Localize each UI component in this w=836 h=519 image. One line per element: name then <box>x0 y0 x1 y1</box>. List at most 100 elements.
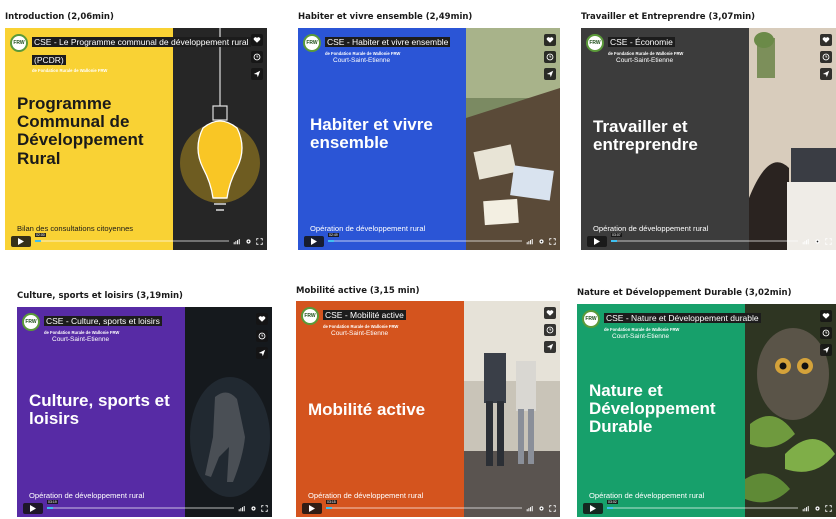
player-controls: 03:07 <box>587 233 832 247</box>
play-icon[interactable] <box>583 503 603 514</box>
time-tooltip: 02:00 <box>35 233 46 237</box>
play-icon[interactable] <box>304 236 324 247</box>
player-controls: 03:02 <box>583 500 832 514</box>
share-icon[interactable] <box>544 341 556 353</box>
progress-bar[interactable] <box>328 240 522 242</box>
gear-icon[interactable] <box>250 505 257 512</box>
video-card-habiter: Habiter et vivre ensemble (2,49min) FRW … <box>298 12 560 252</box>
frw-logo-icon: FRW <box>586 34 604 52</box>
clock-icon[interactable] <box>256 330 268 342</box>
play-icon[interactable] <box>302 503 322 514</box>
gear-icon[interactable] <box>814 238 821 245</box>
progress-fill <box>47 507 53 509</box>
fullscreen-icon[interactable] <box>825 238 832 245</box>
right-controls <box>233 237 263 246</box>
player-header: CSE - Nature et Développement durable de… <box>604 308 826 340</box>
gear-icon[interactable] <box>538 238 545 245</box>
time-tooltip: 03:19 <box>47 500 58 504</box>
right-controls <box>802 237 832 246</box>
progress-bar[interactable] <box>35 240 229 242</box>
video-card-introduction: Introduction (2,06min) FRW CSE - Le Prog… <box>5 12 267 252</box>
org-line: de Fondation Rurale de Wallonie FRW <box>608 50 684 56</box>
side-controls <box>256 313 268 364</box>
title-panel-heading: Mobilité active <box>308 400 426 419</box>
clock-icon[interactable] <box>544 51 556 63</box>
clock-icon[interactable] <box>820 327 832 339</box>
time-tooltip: 02:49 <box>328 233 339 237</box>
video-card-title: Nature et Développement Durable (3,02min… <box>577 288 792 298</box>
player-controls: 02:00 <box>11 233 263 247</box>
share-icon[interactable] <box>251 68 263 80</box>
volume-icon[interactable] <box>526 505 533 512</box>
progress-bar[interactable] <box>607 507 798 509</box>
volume-icon[interactable] <box>526 238 533 245</box>
player-title[interactable]: CSE - Nature et Développement durable <box>604 313 761 323</box>
progress-bar[interactable] <box>326 507 522 509</box>
title-panel-heading: Habiter et vivre ensemble <box>310 115 433 153</box>
volume-icon[interactable] <box>802 505 809 512</box>
player-controls: 03:15 <box>302 500 556 514</box>
video-card-title: Travailler et Entreprendre (3,07min) <box>581 12 756 22</box>
title-panel-heading: Programme Communal de Développement Rura… <box>17 94 144 168</box>
heart-icon[interactable] <box>544 307 556 319</box>
fullscreen-icon[interactable] <box>549 505 556 512</box>
heart-icon[interactable] <box>820 34 832 46</box>
gear-icon[interactable] <box>538 505 545 512</box>
clock-icon[interactable] <box>820 51 832 63</box>
location-label: Court-Saint-Etienne <box>333 57 391 65</box>
share-icon[interactable] <box>256 347 268 359</box>
fullscreen-icon[interactable] <box>256 238 263 245</box>
org-line: de Fondation Rurale de Wallonie FRW <box>44 329 120 335</box>
progress-fill <box>326 507 332 509</box>
fullscreen-icon[interactable] <box>825 505 832 512</box>
video-card-title: Habiter et vivre ensemble (2,49min) <box>298 12 473 22</box>
player-header: CSE - Le Programme communal de développe… <box>32 32 254 74</box>
heart-icon[interactable] <box>251 34 263 46</box>
side-controls <box>820 34 832 85</box>
title-panel-caption: Opération de développement rural <box>29 491 145 500</box>
video-card-travailler: Travailler et Entreprendre (3,07min) FRW… <box>581 12 836 252</box>
video-player[interactable]: FRW CSE - Nature et Développement durabl… <box>577 304 836 517</box>
side-controls <box>544 34 556 85</box>
share-icon[interactable] <box>820 344 832 356</box>
player-title[interactable]: CSE - Le Programme communal de développe… <box>32 37 251 65</box>
title-panel-heading: Nature et Développement Durable <box>589 381 716 437</box>
video-player[interactable]: FRW CSE - Le Programme communal de dével… <box>5 28 267 250</box>
heart-icon[interactable] <box>820 310 832 322</box>
play-icon[interactable] <box>11 236 31 247</box>
play-icon[interactable] <box>587 236 607 247</box>
right-controls <box>802 504 832 513</box>
clock-icon[interactable] <box>251 51 263 63</box>
player-title[interactable]: CSE - Culture, sports et loisirs <box>44 316 162 326</box>
frw-logo-icon: FRW <box>10 34 28 52</box>
fullscreen-icon[interactable] <box>549 238 556 245</box>
org-line: de Fondation Rurale de Wallonie FRW <box>323 323 399 329</box>
player-title[interactable]: CSE - Économie <box>608 37 675 47</box>
player-title[interactable]: CSE - Habiter et vivre ensemble <box>325 37 451 47</box>
volume-icon[interactable] <box>233 238 240 245</box>
video-player[interactable]: FRW CSE - Habiter et vivre ensemble de F… <box>298 28 560 250</box>
progress-bar[interactable] <box>611 240 798 242</box>
video-player[interactable]: FRW CSE - Économie de Fondation Rurale d… <box>581 28 836 250</box>
progress-bar[interactable] <box>47 507 234 509</box>
org-line: de Fondation Rurale de Wallonie FRW <box>604 326 680 332</box>
volume-icon[interactable] <box>802 238 809 245</box>
heart-icon[interactable] <box>256 313 268 325</box>
video-card-mobilite: Mobilité active (3,15 min) FRW CSE - Mob… <box>296 286 560 517</box>
volume-icon[interactable] <box>238 505 245 512</box>
video-player[interactable]: FRW CSE - Culture, sports et loisirs de … <box>17 307 272 517</box>
side-controls <box>544 307 556 358</box>
video-card-title: Mobilité active (3,15 min) <box>296 286 420 296</box>
share-icon[interactable] <box>544 68 556 80</box>
title-panel-caption: Bilan des consultations citoyennes <box>17 224 134 233</box>
location-label: Court-Saint-Etienne <box>52 336 110 344</box>
heart-icon[interactable] <box>544 34 556 46</box>
fullscreen-icon[interactable] <box>261 505 268 512</box>
gear-icon[interactable] <box>814 505 821 512</box>
player-title[interactable]: CSE - Mobilité active <box>323 310 406 320</box>
video-player[interactable]: FRW CSE - Mobilité active de Fondation R… <box>296 301 560 517</box>
clock-icon[interactable] <box>544 324 556 336</box>
share-icon[interactable] <box>820 68 832 80</box>
gear-icon[interactable] <box>245 238 252 245</box>
play-icon[interactable] <box>23 503 43 514</box>
